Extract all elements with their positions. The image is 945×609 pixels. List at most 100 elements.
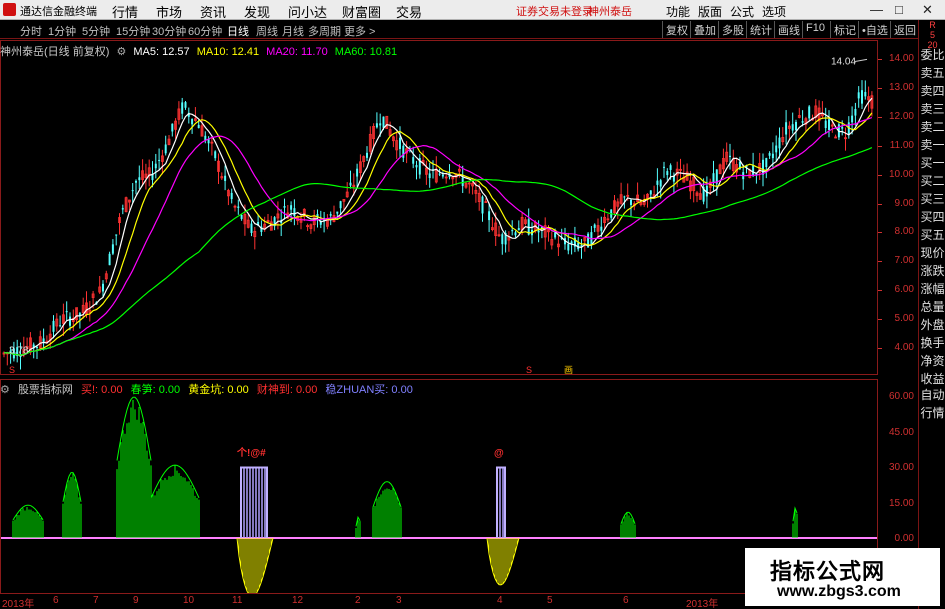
minimize-icon[interactable]: —	[870, 2, 883, 17]
settings-gear-icon[interactable]: ⚙	[116, 46, 126, 58]
menu-quotes[interactable]: 行情	[112, 2, 138, 21]
side-item-label[interactable]: 买一	[920, 156, 945, 171]
period-15min[interactable]: 15分钟	[116, 23, 150, 39]
login-notice[interactable]: 证券交易未登录	[516, 3, 593, 19]
side-item-label[interactable]: 卖四	[920, 84, 945, 99]
tool-overlay[interactable]: 叠加	[690, 21, 719, 38]
close-icon[interactable]: ✕	[922, 2, 933, 18]
date-tick-label: 3	[396, 595, 402, 606]
side-item-label[interactable]: 涨跌	[920, 264, 945, 279]
candle-body	[481, 196, 484, 214]
wenzhuan-outline	[240, 466, 268, 538]
side-item-label[interactable]: 买三	[920, 192, 945, 207]
menu-wealth[interactable]: 财富圈	[342, 2, 381, 21]
indicator-name[interactable]: 股票指标网	[18, 384, 73, 396]
period-daily[interactable]: 日线	[227, 23, 249, 39]
menu-trade[interactable]: 交易	[396, 2, 422, 21]
menu-ask[interactable]: 问小达	[288, 2, 327, 21]
candle-body	[138, 177, 141, 181]
candle-body	[501, 234, 504, 245]
menu-bar: 通达信金融终端 行情 市场 资讯 发现 问小达 财富圈 交易 证券交易未登录 神…	[0, 0, 945, 20]
kline-chart[interactable]: 14.04 3.78 S S 画	[1, 41, 877, 375]
candle-body	[366, 152, 368, 158]
menu-discover[interactable]: 发现	[244, 2, 270, 21]
candle-body	[415, 164, 418, 168]
candle-body	[171, 123, 174, 132]
period-more[interactable]: 更多 >	[344, 23, 375, 39]
candle-body	[191, 119, 194, 125]
side-item-label[interactable]: 委比	[920, 48, 945, 63]
period-60min[interactable]: 60分钟	[188, 23, 222, 39]
price-tick	[878, 290, 882, 292]
indicator-settings-icon[interactable]: ⚙	[0, 384, 10, 396]
price-tick	[878, 203, 882, 205]
candle-body	[237, 206, 240, 208]
date-tick-label: 12	[292, 595, 304, 606]
candle-body	[441, 174, 444, 177]
ma60-label: MA60: 10.81	[334, 46, 398, 58]
tool-back[interactable]: 返回	[890, 21, 919, 38]
menu-function[interactable]: 功能	[666, 3, 690, 20]
candle-body	[567, 243, 570, 251]
candle-body	[630, 199, 632, 205]
side-item-label[interactable]: 现价	[920, 246, 945, 261]
period-multi[interactable]: 多周期	[308, 23, 341, 39]
side-item-label[interactable]: 行情	[920, 406, 945, 421]
side-item-label[interactable]: 买四	[920, 210, 945, 225]
indicator-tick-label: 15.00	[888, 497, 914, 509]
period-1min[interactable]: 1分钟	[48, 23, 76, 39]
price-tick-label: 14.00	[888, 53, 914, 64]
price-tick-label: 11.00	[889, 139, 914, 151]
candle-body	[511, 230, 514, 232]
period-monthly[interactable]: 月线	[282, 23, 304, 39]
tool-draw[interactable]: 画线	[774, 21, 803, 38]
period-weekly[interactable]: 周线	[256, 23, 278, 39]
indicator-tick-label: 0.00	[894, 533, 914, 544]
maximize-icon[interactable]: □	[895, 2, 903, 17]
tool-mark[interactable]: 标记	[830, 21, 859, 38]
side-item-label[interactable]: 卖五	[920, 66, 945, 81]
tool-adjust[interactable]: 复权	[662, 21, 691, 38]
chunsun-envelope	[62, 472, 82, 502]
candle-body	[42, 338, 45, 342]
side-item-label[interactable]: 卖一	[920, 138, 945, 153]
price-tick-label: 5.00	[894, 313, 914, 325]
side-item-label[interactable]: 收益	[920, 372, 945, 387]
period-intraday[interactable]: 分时	[20, 23, 42, 39]
menu-market[interactable]: 市场	[156, 2, 182, 21]
side-item-label[interactable]: 换手	[920, 336, 945, 351]
side-item-label[interactable]: 净资	[920, 354, 945, 369]
side-item-label[interactable]: 卖二	[920, 120, 945, 135]
side-item-label[interactable]: 自动	[920, 388, 945, 403]
candle-body	[765, 158, 768, 168]
side-item-label[interactable]: 涨幅	[920, 282, 945, 297]
side-item-label[interactable]: 卖三	[920, 102, 945, 117]
candle-body	[649, 190, 652, 195]
side-item-label[interactable]: 外盘	[920, 318, 945, 333]
tool-stats[interactable]: 统计	[746, 21, 775, 38]
price-tick-label: 8.00	[894, 226, 914, 238]
candle-body	[801, 121, 804, 123]
quote-side-panel: R 5 20 委比 卖五 卖四 卖三 卖二 卖一 买一 买二 买三 买四 买五 现价 涨跌 涨幅 总量 外盘 换手 净资…	[918, 20, 945, 609]
side-item-label[interactable]: 买二	[920, 174, 945, 189]
ma10-label: MA10: 12.41	[196, 46, 260, 58]
side-item-label[interactable]: 买五	[920, 228, 945, 243]
period-30min[interactable]: 30分钟	[152, 23, 186, 39]
candle-body	[154, 163, 157, 169]
kline-panel[interactable]: 14.04 3.78 S S 画	[0, 40, 878, 375]
candle-body	[795, 121, 797, 131]
price-tick	[878, 87, 882, 89]
candle-body	[712, 173, 715, 184]
menu-formula[interactable]: 公式	[730, 3, 754, 20]
menu-options[interactable]: 选项	[762, 3, 786, 20]
tool-favorite[interactable]: •自选	[858, 21, 891, 38]
wenzhuan-outline	[496, 466, 506, 538]
menu-news[interactable]: 资讯	[200, 2, 226, 21]
period-5min[interactable]: 5分钟	[82, 23, 110, 39]
tool-multi-stock[interactable]: 多股	[718, 21, 747, 38]
side-item-label[interactable]: 总量	[920, 300, 945, 315]
tool-f10[interactable]: F10	[802, 21, 828, 38]
price-tick	[878, 174, 882, 176]
indicator-tick-label: 45.00	[888, 426, 914, 438]
menu-layout[interactable]: 版面	[698, 3, 722, 20]
